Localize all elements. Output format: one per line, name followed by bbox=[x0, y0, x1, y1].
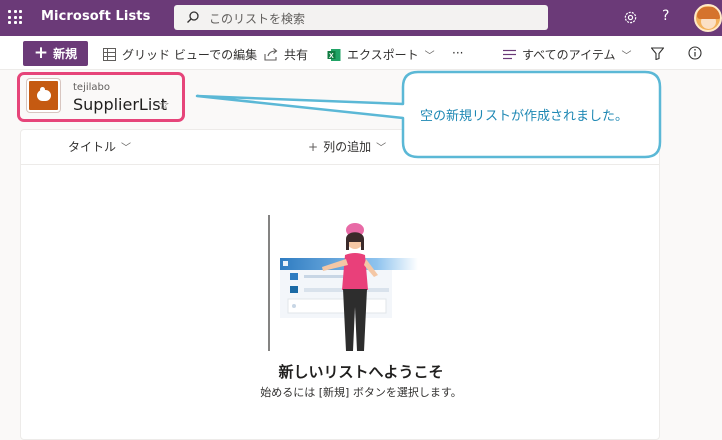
avatar[interactable] bbox=[694, 4, 722, 32]
highlight-box bbox=[17, 72, 185, 122]
chevron-down-icon: ﹀ bbox=[424, 51, 435, 62]
column-title-label: タイトル bbox=[68, 140, 117, 154]
new-button-label: 新規 bbox=[53, 47, 78, 61]
command-bar: + 新規 グリッド ビューでの編集 共有 X エクスポート ﹀ ··· すべての… bbox=[0, 36, 722, 70]
view-lines-icon bbox=[503, 49, 516, 60]
empty-state-subtitle: 始めるには [新規] ボタンを選択します。 bbox=[260, 386, 462, 399]
share-button[interactable]: 共有 bbox=[264, 46, 308, 63]
search-box[interactable]: このリストを検索 bbox=[174, 5, 548, 30]
share-label: 共有 bbox=[284, 48, 309, 62]
view-label: すべてのアイテム bbox=[522, 48, 616, 62]
grid-edit-label: グリッド ビューでの編集 bbox=[122, 48, 258, 62]
filter-icon[interactable] bbox=[651, 47, 664, 60]
chevron-down-icon: ﹀ bbox=[621, 51, 632, 62]
app-name[interactable]: Microsoft Lists bbox=[41, 9, 150, 24]
empty-list-illustration bbox=[268, 215, 418, 351]
suite-header: Microsoft Lists このリストを検索 ? bbox=[0, 0, 722, 36]
export-label: エクスポート bbox=[347, 48, 419, 62]
waffle-icon[interactable] bbox=[8, 10, 22, 24]
column-divider bbox=[21, 164, 659, 165]
more-button[interactable]: ··· bbox=[452, 46, 463, 60]
add-icon: + bbox=[308, 139, 319, 154]
plus-icon: + bbox=[33, 43, 49, 63]
info-icon[interactable] bbox=[688, 46, 702, 60]
view-selector[interactable]: すべてのアイテム ﹀ bbox=[503, 46, 631, 63]
export-button[interactable]: X エクスポート ﹀ bbox=[327, 46, 435, 63]
gear-icon[interactable] bbox=[623, 10, 638, 25]
grid-edit-button[interactable]: グリッド ビューでの編集 bbox=[103, 46, 257, 63]
chevron-down-icon: ﹀ bbox=[121, 143, 132, 154]
svg-text:X: X bbox=[329, 52, 334, 59]
chevron-down-icon: ﹀ bbox=[376, 143, 387, 154]
search-placeholder[interactable]: このリストを検索 bbox=[209, 10, 305, 27]
new-button[interactable]: + 新規 bbox=[23, 41, 88, 66]
more-icon: ··· bbox=[452, 46, 464, 60]
help-icon[interactable]: ? bbox=[662, 8, 669, 24]
excel-icon: X bbox=[327, 48, 341, 61]
callout-text: 空の新規リストが作成されました。 bbox=[420, 109, 629, 124]
add-column-button[interactable]: + 列の追加 ﹀ bbox=[308, 138, 386, 155]
add-column-label: 列の追加 bbox=[323, 140, 372, 154]
search-icon bbox=[187, 11, 199, 23]
share-icon bbox=[264, 48, 278, 61]
grid-icon bbox=[103, 48, 116, 61]
column-header-title[interactable]: タイトル ﹀ bbox=[68, 138, 131, 155]
empty-state-title: 新しいリストへようこそ bbox=[278, 363, 444, 381]
